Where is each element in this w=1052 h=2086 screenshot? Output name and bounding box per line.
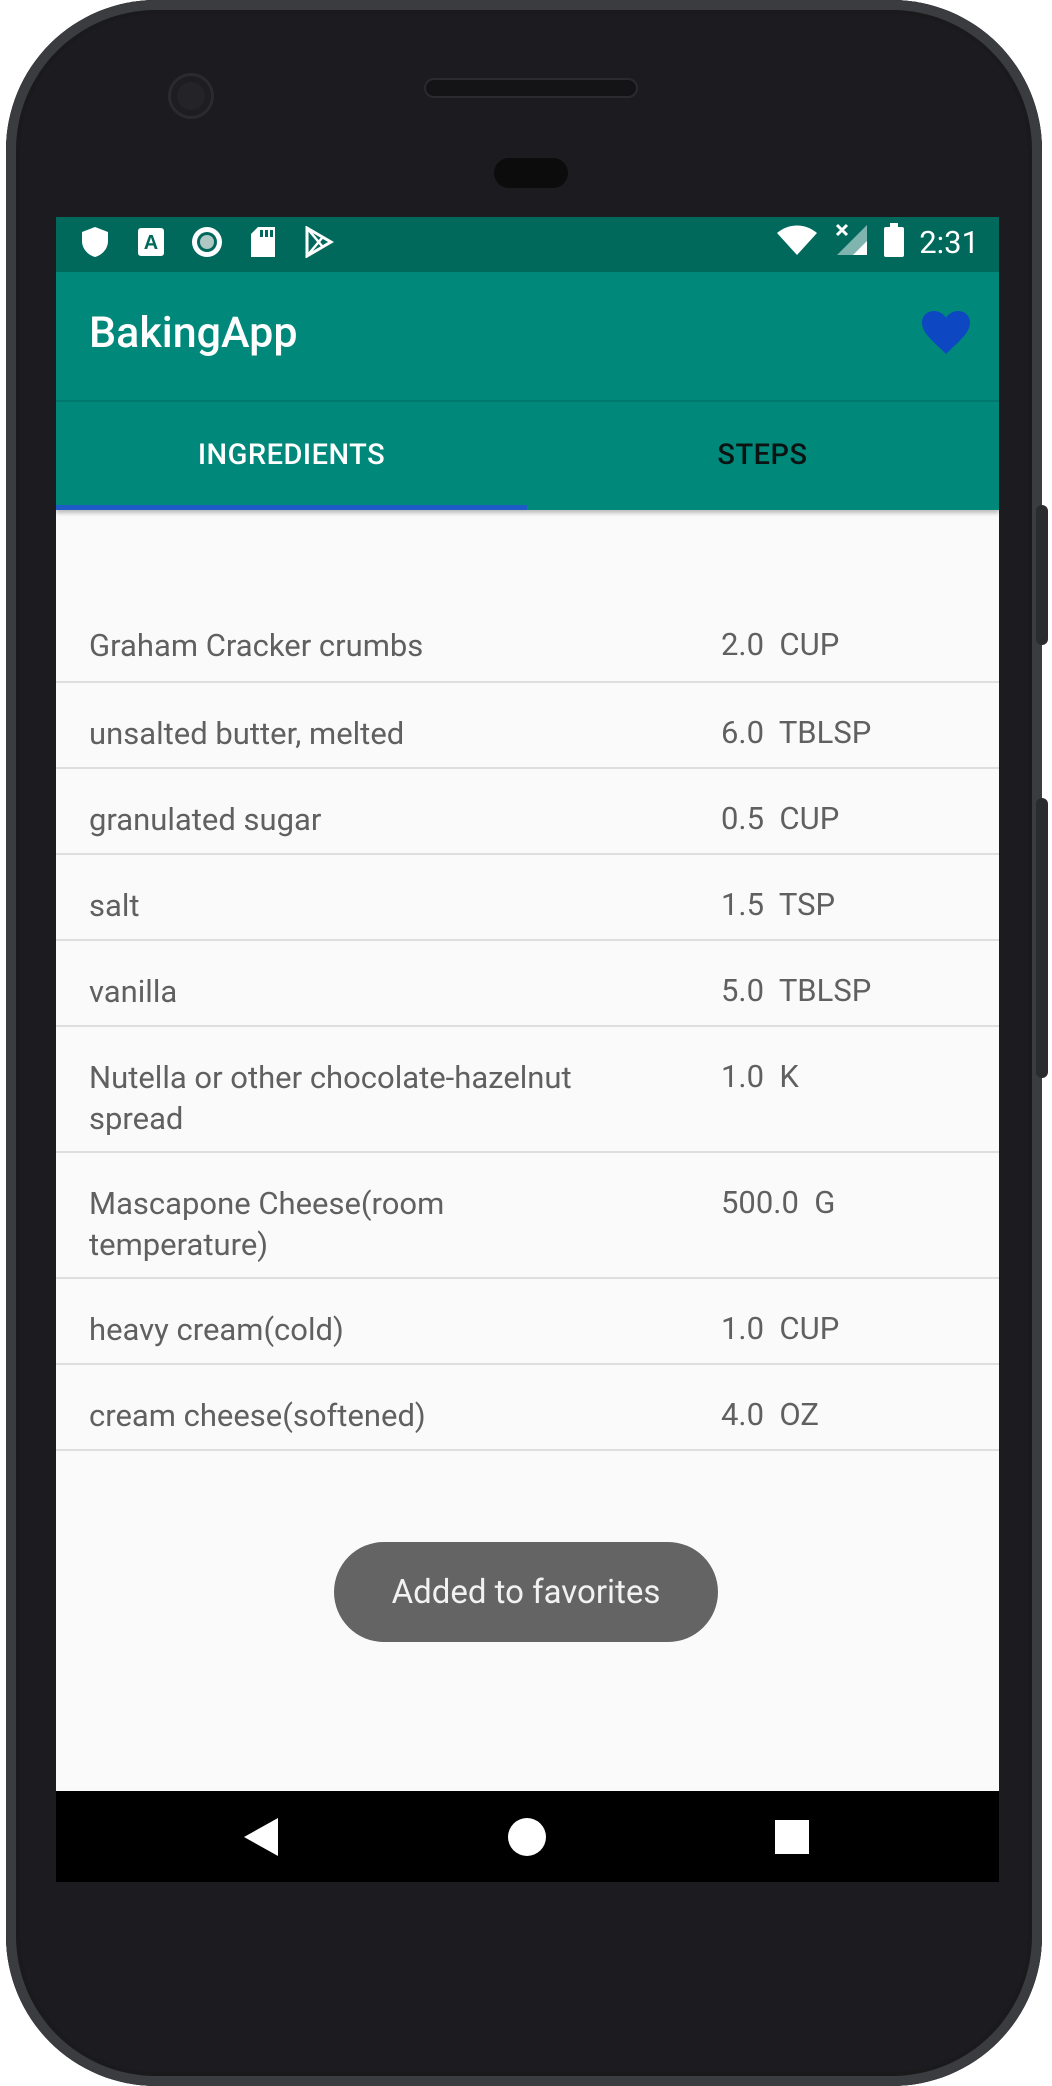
ingredient-quantity: 500.0 G xyxy=(721,1184,836,1221)
home-icon[interactable] xyxy=(477,1791,577,1882)
phone-frame: A 2:31 BakingApp INGREDIENTS STEPS Graha… xyxy=(6,0,1048,2086)
tab-bar: INGREDIENTS STEPS xyxy=(56,400,999,510)
ingredient-name: Nutella or other chocolate-hazelnut spre… xyxy=(89,1059,572,1137)
ingredient-quantity: 1.0 K xyxy=(721,1058,799,1095)
list-item: granulated sugar 0.5 CUP xyxy=(56,769,999,855)
ingredient-name: Mascapone Cheese(room temperature) xyxy=(89,1185,445,1263)
front-camera xyxy=(171,76,211,116)
play-store-icon xyxy=(302,225,336,259)
list-item: vanilla 5.0 TBLSP xyxy=(56,941,999,1027)
speaker-grille xyxy=(426,80,636,96)
ingredient-name: unsalted butter, melted xyxy=(89,715,405,752)
heart-icon[interactable] xyxy=(921,310,971,356)
list-item: heavy cream(cold) 1.0 CUP xyxy=(56,1279,999,1365)
ingredient-quantity: 2.0 CUP xyxy=(721,626,840,663)
list-item: Graham Cracker crumbs 2.0 CUP xyxy=(56,597,999,683)
ingredient-quantity: 6.0 TBLSP xyxy=(721,714,872,751)
tab-indicator xyxy=(56,505,527,510)
shield-icon xyxy=(78,225,112,259)
ingredient-quantity: 1.0 CUP xyxy=(721,1310,840,1347)
app-title: BakingApp xyxy=(89,308,298,358)
ingredient-list: Graham Cracker crumbs 2.0 CUP unsalted b… xyxy=(56,597,999,1451)
notification-icons: A xyxy=(78,225,336,259)
tab-steps[interactable]: STEPS xyxy=(527,400,998,510)
battery-icon xyxy=(883,223,905,261)
back-icon[interactable] xyxy=(211,1791,311,1882)
clock: 2:31 xyxy=(919,223,979,261)
earpiece xyxy=(494,158,568,188)
ingredient-name: granulated sugar xyxy=(89,801,322,838)
volume-button xyxy=(1036,798,1048,1078)
screen: A 2:31 BakingApp INGREDIENTS STEPS Graha… xyxy=(56,217,999,1882)
list-item: salt 1.5 TSP xyxy=(56,855,999,941)
ingredient-quantity: 0.5 CUP xyxy=(721,800,840,837)
ingredient-name: salt xyxy=(89,887,140,924)
ingredient-quantity: 4.0 OZ xyxy=(721,1396,819,1433)
status-bar: A 2:31 xyxy=(56,217,999,272)
ingredient-name: vanilla xyxy=(89,973,178,1010)
list-item: cream cheese(softened) 4.0 OZ xyxy=(56,1365,999,1451)
a-icon: A xyxy=(134,225,168,259)
ingredient-name: Graham Cracker crumbs xyxy=(89,627,424,664)
system-status: 2:31 xyxy=(775,223,979,261)
list-item: Nutella or other chocolate-hazelnut spre… xyxy=(56,1027,999,1153)
sd-card-icon xyxy=(246,225,280,259)
list-item: Mascapone Cheese(room temperature) 500.0… xyxy=(56,1153,999,1279)
power-button xyxy=(1036,505,1048,645)
ingredient-name: heavy cream(cold) xyxy=(89,1311,344,1348)
tab-ingredients[interactable]: INGREDIENTS xyxy=(56,400,527,510)
svg-text:A: A xyxy=(144,232,158,254)
ingredient-name: cream cheese(softened) xyxy=(89,1397,426,1434)
ingredient-quantity: 5.0 TBLSP xyxy=(721,972,872,1009)
ingredient-quantity: 1.5 TSP xyxy=(721,886,836,923)
recents-icon[interactable] xyxy=(742,1791,842,1882)
wifi-icon xyxy=(775,224,819,260)
app-bar: BakingApp xyxy=(56,272,999,400)
list-item: unsalted butter, melted 6.0 TBLSP xyxy=(56,683,999,769)
navigation-bar xyxy=(56,1791,999,1882)
circle-record-icon xyxy=(190,225,224,259)
signal-off-icon xyxy=(833,223,869,261)
toast-message: Added to favorites xyxy=(334,1542,718,1642)
